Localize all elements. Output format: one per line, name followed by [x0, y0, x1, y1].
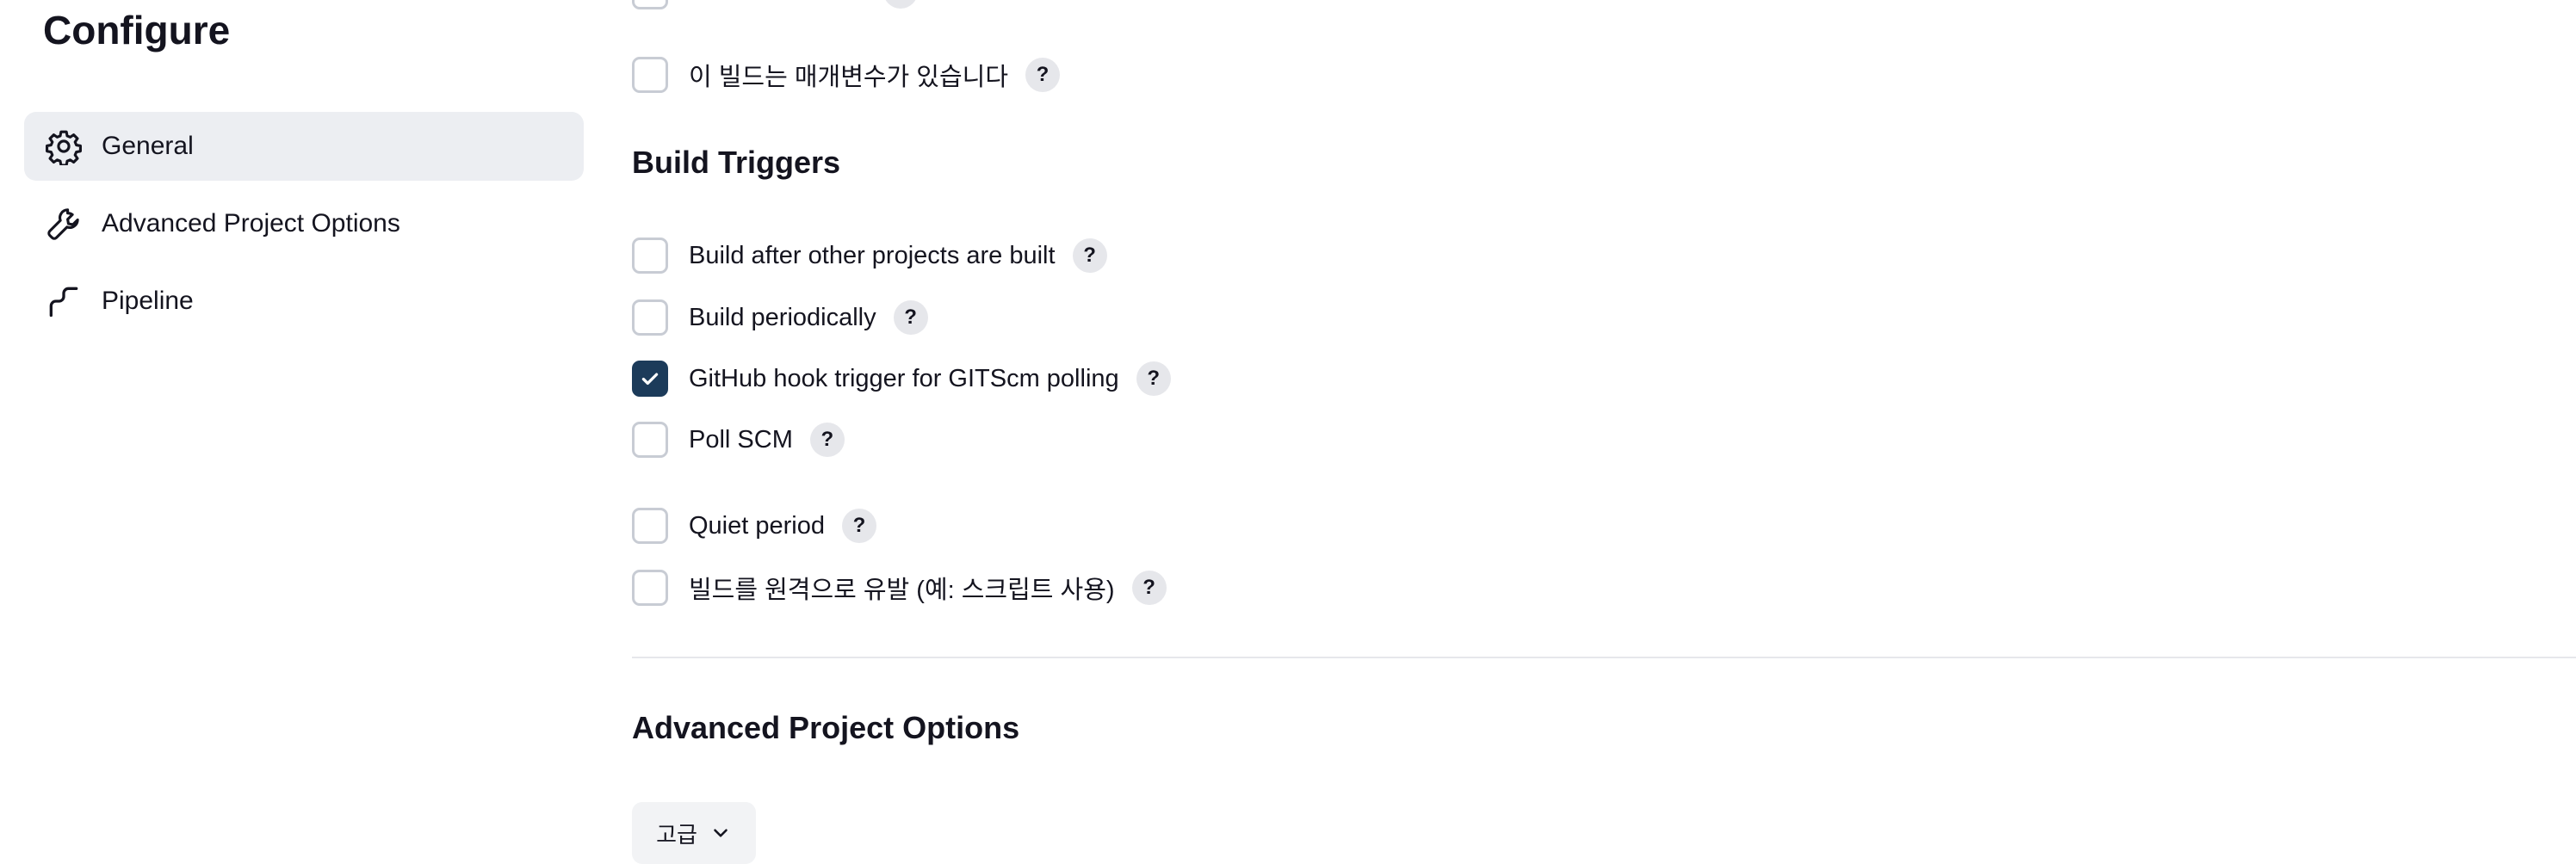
build-triggers-title: Build Triggers	[632, 145, 841, 180]
parameterized-option: 이 빌드는 매개변수가 있습니다 ?	[632, 54, 1061, 96]
help-icon[interactable]	[883, 0, 918, 9]
option-label: Build after other projects are built	[689, 241, 1056, 269]
section-divider	[632, 657, 2576, 658]
trigger-remote-build: 빌드를 원격으로 유발 (예: 스크립트 사용) ?	[632, 567, 1167, 608]
option-quiet-period: Quiet period ?	[632, 505, 876, 546]
option-label: 빌드를 원격으로 유발 (예: 스크립트 사용)	[689, 577, 1115, 604]
sidebar: Configure General Advanced Project Optio…	[0, 0, 603, 864]
main-content: 이 빌드는 매개변수가 있습니다 ? Build Triggers Build …	[632, 0, 2576, 864]
parameterized-label: 이 빌드는 매개변수가 있습니다	[689, 64, 1009, 91]
trigger-poll-scm: Poll SCM ?	[632, 419, 845, 460]
sidebar-item-pipeline[interactable]: Pipeline	[24, 267, 584, 336]
github-hook-checkbox[interactable]	[632, 361, 668, 397]
checkmark-icon	[641, 373, 659, 386]
build-periodically-checkbox[interactable]	[632, 299, 668, 336]
help-icon[interactable]: ?	[1025, 58, 1061, 92]
trigger-build-periodically: Build periodically ?	[632, 297, 928, 338]
trigger-build-after-other-projects: Build after other projects are built ?	[632, 235, 1107, 276]
parameterized-checkbox[interactable]	[632, 57, 668, 93]
pipeline-icon	[43, 281, 84, 322]
sidebar-item-label: Advanced Project Options	[102, 209, 400, 238]
chevron-down-icon	[714, 829, 728, 837]
option-label: GitHub hook trigger for GITScm polling	[689, 364, 1119, 392]
help-icon[interactable]: ?	[842, 509, 876, 543]
build-after-checkbox[interactable]	[632, 238, 668, 274]
help-icon[interactable]: ?	[1136, 361, 1171, 396]
trigger-github-hook: GitHub hook trigger for GITScm polling ?	[632, 358, 1171, 399]
wrench-icon	[43, 203, 84, 244]
sidebar-item-advanced-project-options[interactable]: Advanced Project Options	[24, 189, 584, 258]
help-icon[interactable]: ?	[1072, 238, 1107, 273]
option-label: Quiet period	[689, 511, 825, 540]
advanced-button-label: 고급	[656, 821, 697, 848]
configure-page: Configure General Advanced Project Optio…	[0, 0, 2576, 864]
help-icon[interactable]: ?	[809, 423, 845, 457]
quiet-period-checkbox[interactable]	[632, 508, 668, 544]
help-icon[interactable]: ?	[893, 300, 928, 335]
option-label: Build periodically	[689, 303, 876, 331]
advanced-button[interactable]: 고급	[632, 802, 756, 864]
sidebar-item-general[interactable]: General	[24, 112, 584, 181]
poll-scm-checkbox[interactable]	[632, 422, 668, 458]
clipped-option-row	[632, 0, 918, 12]
help-icon[interactable]: ?	[1131, 571, 1167, 605]
page-title: Configure	[43, 8, 231, 52]
advanced-project-options-title: Advanced Project Options	[632, 710, 1020, 745]
option-label: Poll SCM	[689, 425, 793, 454]
sidebar-item-label: Pipeline	[102, 287, 194, 315]
checkbox[interactable]	[632, 0, 668, 9]
gear-icon	[43, 126, 84, 167]
sidebar-item-label: General	[102, 132, 194, 160]
remote-build-checkbox[interactable]	[632, 570, 668, 606]
